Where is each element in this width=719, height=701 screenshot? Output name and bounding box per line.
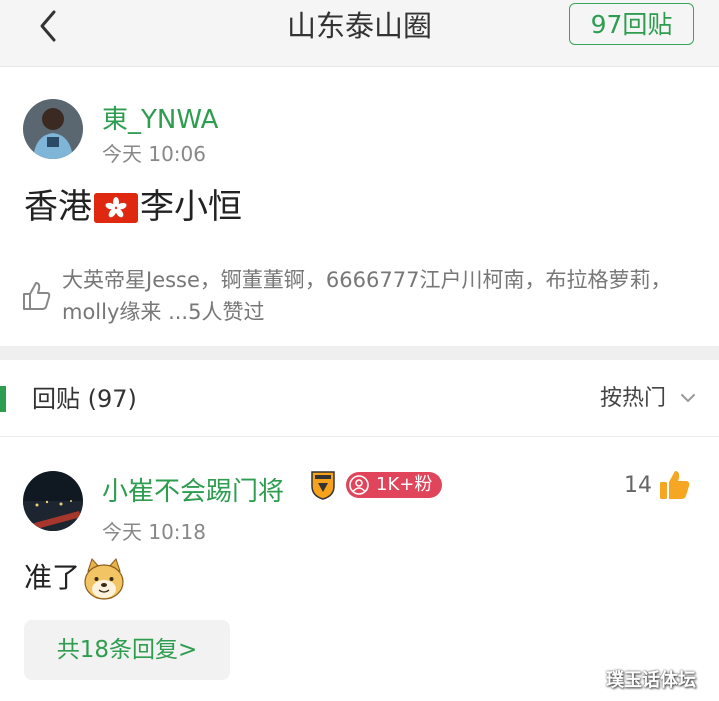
- post-text-end: 李小恒: [140, 187, 242, 227]
- post-author-name[interactable]: 東_YNWA: [102, 99, 218, 136]
- thumbs-up-icon[interactable]: [657, 468, 691, 502]
- reply-like-count: 14: [624, 473, 652, 498]
- likes-list[interactable]: 大英帝星Jesse，锕董董锕，6666777江户川柯南，布拉格萝莉，molly缘…: [62, 264, 682, 328]
- view-sub-replies-button[interactable]: 共18条回复>: [24, 620, 230, 680]
- post-text-start: 香港: [24, 187, 92, 227]
- reply-time: 今天 10:18: [102, 520, 206, 544]
- post-content: 香港 李小恒: [24, 182, 242, 232]
- reply-content: 准了: [24, 556, 126, 601]
- post-time: 今天 10:06: [102, 142, 206, 166]
- sort-dropdown[interactable]: 按热门: [600, 382, 666, 416]
- club-crest-icon: [310, 470, 336, 500]
- watermark: 璞玉话体坛: [606, 670, 696, 691]
- section-marker: [0, 386, 6, 412]
- reply-author-avatar[interactable]: [23, 471, 83, 531]
- chevron-down-icon[interactable]: [680, 390, 696, 406]
- reply-count-button[interactable]: 97回贴: [569, 3, 694, 45]
- section-divider: [0, 346, 719, 360]
- reply-text: 准了: [24, 561, 81, 594]
- thumbs-up-outline-icon[interactable]: [20, 280, 52, 312]
- user-icon: [349, 475, 369, 495]
- post-author-avatar[interactable]: [23, 99, 83, 159]
- doge-emoji-icon: [82, 557, 126, 601]
- divider-line: [0, 436, 719, 437]
- replies-heading: 回贴 (97): [32, 385, 137, 413]
- reply-author-name[interactable]: 小崔不会踢门将: [102, 471, 284, 508]
- hong-kong-flag-icon: [94, 193, 138, 223]
